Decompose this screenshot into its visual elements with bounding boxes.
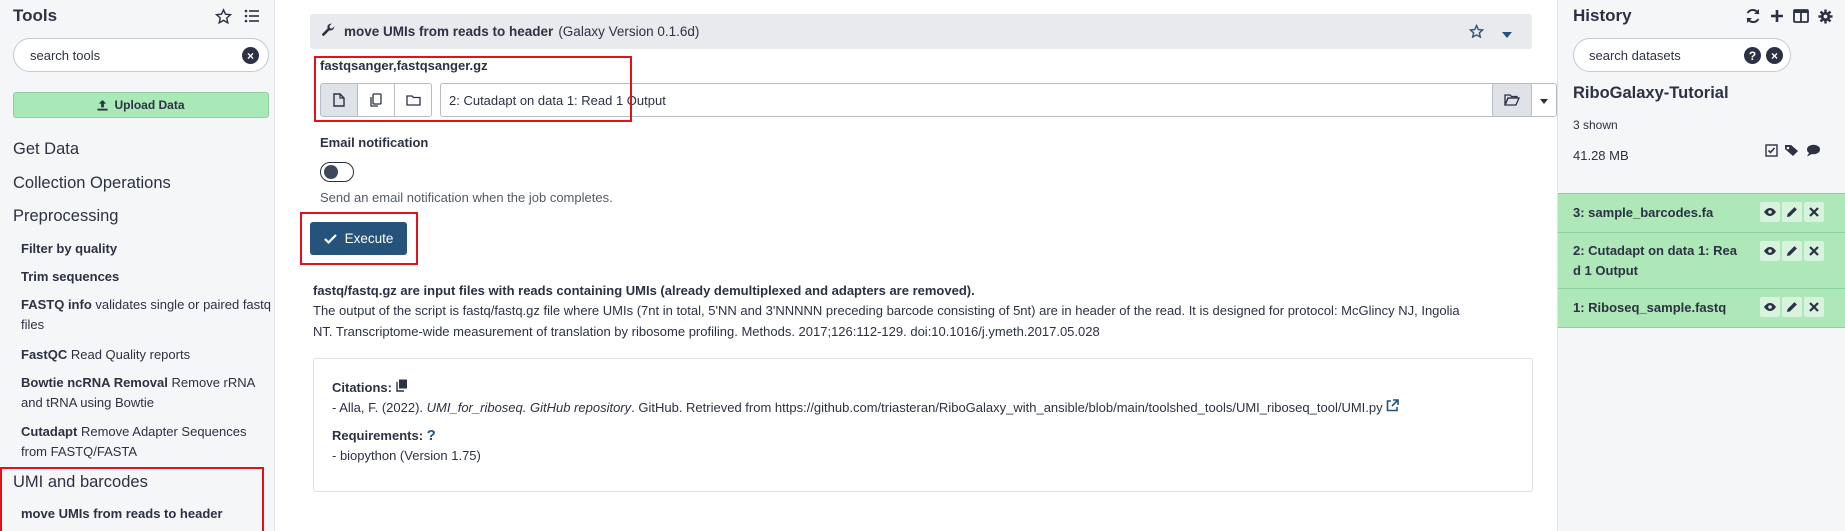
email-notification-label: Email notification bbox=[320, 135, 429, 150]
tool-name: Trim sequences bbox=[21, 269, 120, 284]
pencil-icon[interactable] bbox=[1782, 297, 1802, 317]
history-dataset-3[interactable]: 3: sample_barcodes.fa bbox=[1558, 193, 1845, 232]
list-icon[interactable] bbox=[244, 9, 260, 23]
help-text-line2: NT. Transcriptome-wide measurement of tr… bbox=[313, 324, 1100, 339]
copy-citation-icon[interactable] bbox=[395, 379, 408, 395]
tool-bowtie-ncrna-removal[interactable]: Bowtie ncRNA Removal Remove rRNA and tRN… bbox=[21, 373, 271, 413]
close-icon[interactable] bbox=[1804, 297, 1824, 317]
citations-box: Citations: - Alla, F. (2022). UMI_for_ri… bbox=[313, 358, 1533, 492]
options-caret-icon[interactable] bbox=[1502, 26, 1512, 41]
folder-open-icon bbox=[1504, 94, 1520, 106]
dropdown-caret-icon bbox=[1540, 99, 1548, 104]
tool-panel: Tools × Upload Data Get Data Collection … bbox=[0, 0, 275, 531]
history-actions bbox=[1765, 144, 1821, 160]
eye-icon[interactable] bbox=[1760, 241, 1780, 261]
tool-name: FASTQ info bbox=[21, 297, 92, 312]
tool-trim-sequences[interactable]: Trim sequences bbox=[21, 267, 271, 287]
dataset-actions bbox=[1760, 241, 1824, 261]
history-title: History bbox=[1573, 6, 1632, 25]
tool-fastqc[interactable]: FastQC Read Quality reports bbox=[21, 345, 271, 365]
history-name[interactable]: RiboGalaxy-Tutorial bbox=[1573, 84, 1729, 103]
pencil-icon[interactable] bbox=[1782, 241, 1802, 261]
dataset-title: 3: sample_barcodes.fa bbox=[1573, 205, 1714, 220]
tool-search-input[interactable] bbox=[30, 48, 230, 63]
clear-search-icon[interactable]: × bbox=[242, 47, 259, 64]
tool-panel-header: Tools bbox=[13, 5, 260, 27]
columns-icon[interactable] bbox=[1793, 9, 1809, 23]
star-icon[interactable] bbox=[215, 7, 232, 25]
clear-search-icon[interactable]: × bbox=[1766, 47, 1783, 64]
upload-icon bbox=[97, 99, 109, 111]
citation-italic: UMI_for_riboseq. GitHub repository bbox=[426, 400, 632, 415]
email-notification-hint: Send an email notification when the job … bbox=[320, 190, 613, 205]
highlight-box bbox=[314, 56, 632, 122]
tool-version: (Galaxy Version 0.1.6d) bbox=[558, 24, 700, 39]
dataset-actions bbox=[1760, 297, 1824, 317]
history-shown-count: 3 shown bbox=[1573, 118, 1618, 132]
external-link-icon[interactable] bbox=[1386, 399, 1400, 415]
requirements-heading: Requirements: ? bbox=[332, 427, 436, 445]
citations-label: Citations: bbox=[332, 380, 392, 395]
tool-name: FastQC bbox=[21, 347, 68, 362]
close-icon[interactable] bbox=[1804, 202, 1824, 222]
citation-entry: - Alla, F. (2022). UMI_for_riboseq. GitH… bbox=[332, 399, 1400, 417]
plus-icon[interactable] bbox=[1770, 9, 1784, 23]
requirement-entry: - biopython (Version 1.75) bbox=[332, 448, 481, 463]
section-preprocessing[interactable]: Preprocessing bbox=[13, 207, 118, 226]
tool-fastq-info[interactable]: FASTQ info validates single or paired fa… bbox=[21, 295, 271, 335]
tool-description: Read Quality reports bbox=[70, 347, 191, 362]
citations-heading: Citations: bbox=[332, 379, 408, 397]
pencil-icon[interactable] bbox=[1782, 202, 1802, 222]
close-icon[interactable] bbox=[1804, 241, 1824, 261]
toggle-knob bbox=[324, 165, 338, 179]
gear-icon[interactable] bbox=[1818, 8, 1833, 24]
dataset-actions bbox=[1760, 202, 1824, 222]
highlight-box bbox=[0, 467, 264, 531]
favorite-star-icon[interactable] bbox=[1468, 23, 1485, 42]
refresh-icon[interactable] bbox=[1745, 8, 1761, 24]
tags-icon[interactable] bbox=[1784, 144, 1800, 160]
history-panel: History ? × RiboGalaxy-Tutorial 3 shown … bbox=[1557, 0, 1845, 531]
upload-data-label: Upload Data bbox=[114, 98, 185, 112]
history-header: History bbox=[1573, 5, 1833, 27]
tool-search-box: × bbox=[13, 38, 269, 72]
history-search-input[interactable] bbox=[1589, 48, 1729, 63]
tool-form-title: move UMIs from reads to header bbox=[344, 24, 554, 39]
tool-form-panel: move UMIs from reads to header (Galaxy V… bbox=[275, 0, 1557, 531]
eye-icon[interactable] bbox=[1760, 202, 1780, 222]
help-text-line1: The output of the script is fastq/fastq.… bbox=[313, 303, 1460, 318]
help-text-bold: fastq/fastq.gz are input files with read… bbox=[313, 280, 1538, 301]
history-dataset-2[interactable]: 2: Cutadapt on data 1: Rea d 1 Output bbox=[1558, 232, 1845, 288]
help-icon[interactable]: ? bbox=[1744, 47, 1761, 64]
tool-name: Filter by quality bbox=[21, 241, 118, 256]
email-notification-toggle[interactable] bbox=[320, 162, 354, 182]
dataset-title-cont: d 1 Output bbox=[1573, 263, 1638, 278]
tool-cutadapt[interactable]: Cutadapt Remove Adapter Sequences from F… bbox=[21, 422, 271, 462]
question-icon[interactable]: ? bbox=[427, 427, 436, 444]
history-size: 41.28 MB bbox=[1573, 148, 1629, 163]
history-dataset-1[interactable]: 1: Riboseq_sample.fastq bbox=[1558, 288, 1845, 328]
history-search-box: ? × bbox=[1573, 38, 1791, 72]
select-items-icon[interactable] bbox=[1765, 144, 1778, 160]
section-collection-operations[interactable]: Collection Operations bbox=[13, 174, 171, 193]
citation-suffix: . GitHub. Retrieved from https://github.… bbox=[631, 400, 1383, 415]
browse-datasets-button[interactable] bbox=[1492, 83, 1532, 117]
tool-name: Cutadapt bbox=[21, 424, 78, 439]
tool-name: Bowtie ncRNA Removal bbox=[21, 375, 168, 390]
annotation-icon[interactable] bbox=[1806, 144, 1821, 160]
dataset-title: 1: Riboseq_sample.fastq bbox=[1573, 300, 1727, 315]
tool-panel-title: Tools bbox=[13, 6, 58, 25]
highlight-box bbox=[300, 212, 418, 265]
citation-prefix: - Alla, F. (2022). bbox=[332, 400, 427, 415]
help-bold: fastq/fastq.gz are input files with read… bbox=[313, 283, 975, 298]
tool-form-header: move UMIs from reads to header (Galaxy V… bbox=[310, 14, 1532, 49]
upload-data-button[interactable]: Upload Data bbox=[13, 92, 269, 118]
wrench-icon bbox=[321, 23, 335, 40]
section-get-data[interactable]: Get Data bbox=[13, 140, 79, 159]
tool-filter-by-quality[interactable]: Filter by quality bbox=[21, 239, 271, 259]
dataset-title: 2: Cutadapt on data 1: Rea bbox=[1573, 243, 1737, 258]
eye-icon[interactable] bbox=[1760, 297, 1780, 317]
requirements-label: Requirements: bbox=[332, 428, 424, 443]
